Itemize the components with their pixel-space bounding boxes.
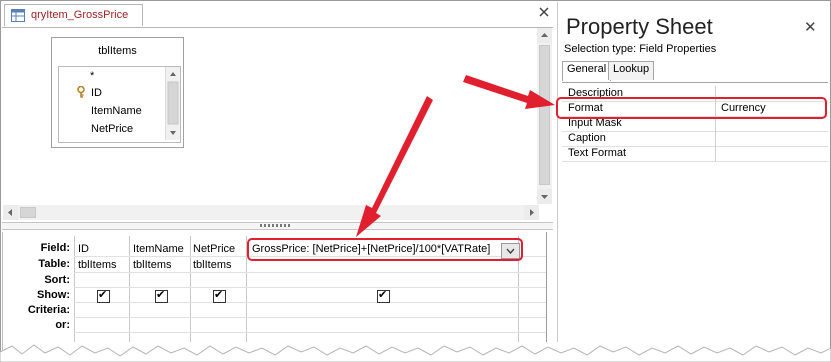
arrow-to-format	[463, 75, 555, 109]
arrow-to-expression	[356, 96, 433, 237]
annotation-arrows	[356, 75, 555, 237]
torn-edge	[0, 344, 831, 362]
